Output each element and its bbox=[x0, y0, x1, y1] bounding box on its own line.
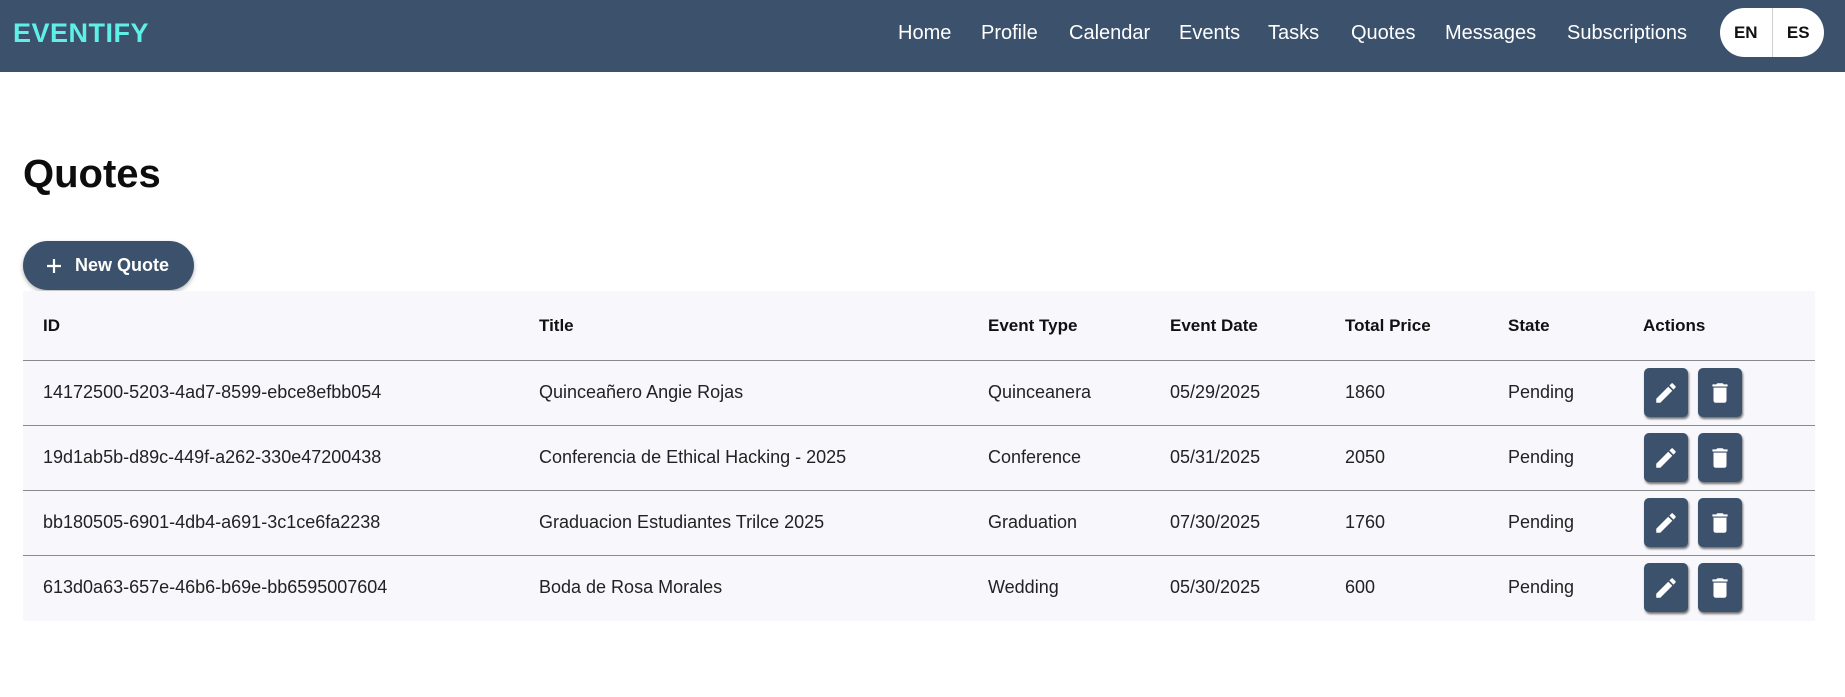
edit-button[interactable] bbox=[1644, 368, 1688, 417]
quotes-table: ID Title Event Type Event Date Total Pri… bbox=[23, 291, 1815, 621]
new-quote-label: New Quote bbox=[75, 255, 170, 275]
pencil-icon bbox=[1656, 382, 1676, 403]
nav-tasks[interactable]: Tasks bbox=[1268, 22, 1319, 45]
cell-title: Conferencia de Ethical Hacking - 2025 bbox=[539, 447, 847, 467]
cell-title: Graduacion Estudiantes Trilce 2025 bbox=[539, 512, 825, 532]
cell-event-date: 05/31/2025 bbox=[1170, 447, 1261, 467]
delete-button[interactable] bbox=[1698, 563, 1742, 612]
col-id: ID bbox=[43, 316, 60, 335]
page-title: Quotes bbox=[23, 152, 161, 196]
cell-event-type: Wedding bbox=[988, 577, 1059, 597]
nav-calendar[interactable]: Calendar bbox=[1069, 22, 1150, 45]
cell-id: 14172500-5203-4ad7-8599-ebce8efbb054 bbox=[43, 382, 382, 402]
edit-button[interactable] bbox=[1644, 563, 1688, 612]
nav-events[interactable]: Events bbox=[1179, 22, 1240, 45]
trash-icon bbox=[1712, 577, 1728, 598]
brand-logo[interactable]: EVENTIFY bbox=[13, 18, 149, 49]
edit-button[interactable] bbox=[1644, 433, 1688, 482]
top-navbar: EVENTIFY Home Profile Calendar Events Ta… bbox=[0, 0, 1845, 72]
col-state: State bbox=[1508, 316, 1550, 335]
cell-title: Quinceañero Angie Rojas bbox=[539, 382, 744, 402]
table-row: 19d1ab5b-d89c-449f-a262-330e47200438 Con… bbox=[23, 426, 1815, 491]
col-title: Title bbox=[539, 316, 574, 335]
nav-messages[interactable]: Messages bbox=[1445, 22, 1536, 45]
new-quote-button[interactable]: New Quote bbox=[23, 241, 194, 290]
delete-button[interactable] bbox=[1698, 433, 1742, 482]
cell-total-price: 1760 bbox=[1345, 512, 1386, 532]
cell-total-price: 600 bbox=[1345, 577, 1376, 597]
cell-event-type: Quinceanera bbox=[988, 382, 1092, 402]
plus-icon bbox=[45, 257, 63, 275]
trash-icon bbox=[1712, 512, 1728, 533]
col-event-type: Event Type bbox=[988, 316, 1078, 335]
nav-profile[interactable]: Profile bbox=[981, 22, 1038, 45]
delete-button[interactable] bbox=[1698, 498, 1742, 547]
table-row: bb180505-6901-4db4-a691-3c1ce6fa2238 Gra… bbox=[23, 491, 1815, 556]
cell-id: 613d0a63-657e-46b6-b69e-bb6595007604 bbox=[43, 577, 388, 597]
table-header: ID Title Event Type Event Date Total Pri… bbox=[23, 291, 1815, 361]
nav-quotes[interactable]: Quotes bbox=[1351, 22, 1415, 45]
cell-state: Pending bbox=[1508, 447, 1575, 467]
trash-icon bbox=[1712, 382, 1728, 403]
pencil-icon bbox=[1656, 577, 1676, 598]
cell-state: Pending bbox=[1508, 577, 1575, 597]
cell-state: Pending bbox=[1508, 512, 1575, 532]
cell-event-date: 05/29/2025 bbox=[1170, 382, 1261, 402]
cell-id: bb180505-6901-4db4-a691-3c1ce6fa2238 bbox=[43, 512, 381, 532]
nav-home[interactable]: Home bbox=[898, 22, 951, 45]
lang-en-button[interactable]: EN bbox=[1720, 8, 1772, 57]
pencil-icon bbox=[1656, 447, 1676, 468]
delete-button[interactable] bbox=[1698, 368, 1742, 417]
table-row: 613d0a63-657e-46b6-b69e-bb6595007604 Bod… bbox=[23, 556, 1815, 621]
col-actions: Actions bbox=[1643, 316, 1706, 335]
trash-icon bbox=[1712, 447, 1728, 468]
cell-event-type: Conference bbox=[988, 447, 1082, 467]
edit-button[interactable] bbox=[1644, 498, 1688, 547]
cell-event-type: Graduation bbox=[988, 512, 1078, 532]
cell-title: Boda de Rosa Morales bbox=[539, 577, 723, 597]
nav-subscriptions[interactable]: Subscriptions bbox=[1567, 22, 1687, 45]
col-total-price: Total Price bbox=[1345, 316, 1431, 335]
cell-total-price: 2050 bbox=[1345, 447, 1386, 467]
cell-total-price: 1860 bbox=[1345, 382, 1386, 402]
cell-event-date: 07/30/2025 bbox=[1170, 512, 1261, 532]
cell-id: 19d1ab5b-d89c-449f-a262-330e47200438 bbox=[43, 447, 382, 467]
col-event-date: Event Date bbox=[1170, 316, 1258, 335]
cell-event-date: 05/30/2025 bbox=[1170, 577, 1261, 597]
cell-state: Pending bbox=[1508, 382, 1575, 402]
table-row: 14172500-5203-4ad7-8599-ebce8efbb054 Qui… bbox=[23, 361, 1815, 426]
lang-es-button[interactable]: ES bbox=[1771, 8, 1825, 57]
language-switcher: EN ES bbox=[1720, 8, 1824, 57]
pencil-icon bbox=[1656, 512, 1676, 533]
